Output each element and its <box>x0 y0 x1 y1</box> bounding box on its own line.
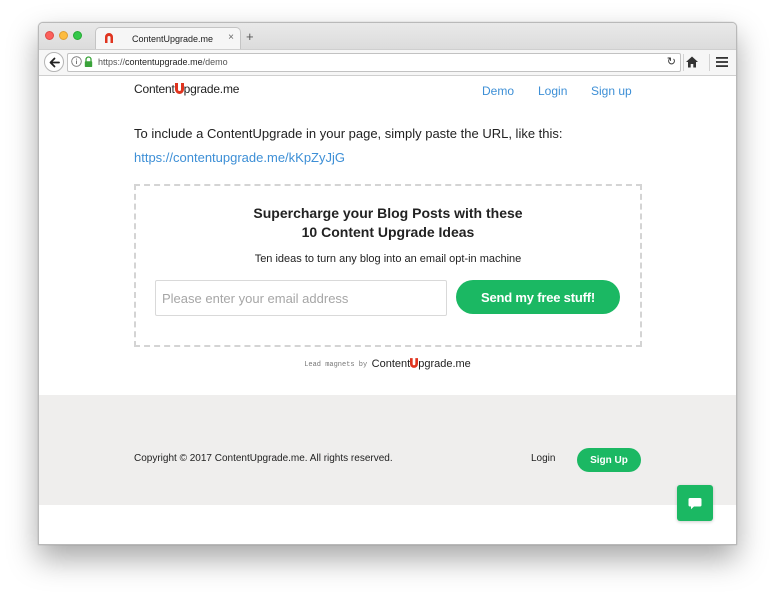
contentupgrade-favicon-icon <box>105 33 113 43</box>
tab-bar: ContentUpgrade.me × + <box>39 23 736 50</box>
optin-title-line2: 10 Content Upgrade Ideas <box>301 224 475 240</box>
zoom-window-button[interactable] <box>73 31 82 40</box>
site-logo[interactable]: Content pgrade.me <box>134 82 239 96</box>
optin-box: Supercharge your Blog Posts with these 1… <box>134 184 642 347</box>
browser-tab[interactable]: ContentUpgrade.me × <box>95 27 241 50</box>
optin-subtitle: Ten ideas to turn any blog into an email… <box>254 253 522 265</box>
lead-magnets-credit[interactable]: Lead magnets by Content pgrade.me <box>39 354 736 372</box>
lead-magnets-text: Lead magnets by <box>304 361 368 369</box>
new-tab-button[interactable]: + <box>246 30 254 43</box>
optin-title: Supercharge your Blog Posts with these 1… <box>136 204 640 242</box>
chat-bubble-icon <box>688 497 702 509</box>
nav-login-link[interactable]: Login <box>538 84 567 98</box>
web-page: Content pgrade.me Demo Login Sign up To i… <box>39 76 736 544</box>
lock-icon <box>84 56 93 67</box>
footer-signup-button[interactable]: Sign Up <box>577 448 641 472</box>
page-footer: Copyright © 2017 ContentUpgrade.me. All … <box>39 395 736 505</box>
nav-demo-link[interactable]: Demo <box>482 84 514 98</box>
nav-signup-link[interactable]: Sign up <box>591 84 632 98</box>
intro-text: To include a ContentUpgrade in your page… <box>134 126 563 141</box>
info-icon[interactable] <box>71 56 82 67</box>
send-free-stuff-button[interactable]: Send my free stuff! <box>456 280 620 314</box>
toolbar-separator <box>709 54 710 71</box>
tab-close-icon[interactable]: × <box>228 32 234 43</box>
footer-login-link[interactable]: Login <box>531 453 555 464</box>
url-text[interactable]: https://contentupgrade.me/demo <box>98 57 228 67</box>
optin-title-line1: Supercharge your Blog Posts with these <box>253 205 523 221</box>
logo-u-icon <box>174 83 184 94</box>
minimize-window-button[interactable] <box>59 31 68 40</box>
close-window-button[interactable] <box>45 31 54 40</box>
browser-window: ContentUpgrade.me × + https://contentupg… <box>38 22 737 545</box>
credit-logo: Content pgrade.me <box>371 358 471 370</box>
hamburger-menu-icon[interactable] <box>716 56 728 68</box>
url-bar[interactable]: https://contentupgrade.me/demo ↻ <box>67 53 681 72</box>
home-icon[interactable] <box>685 55 699 69</box>
toolbar-separator <box>683 54 684 71</box>
reload-icon[interactable]: ↻ <box>667 55 676 68</box>
tab-title: ContentUpgrade.me <box>132 34 214 44</box>
chat-button[interactable] <box>677 485 713 521</box>
email-input[interactable] <box>155 280 447 316</box>
back-arrow-icon <box>49 57 60 67</box>
logo-u-icon <box>410 358 419 368</box>
navigation-toolbar: https://contentupgrade.me/demo ↻ <box>39 49 736 76</box>
back-button[interactable] <box>44 52 64 72</box>
copyright-text: Copyright © 2017 ContentUpgrade.me. All … <box>134 453 393 464</box>
demo-url-link[interactable]: https://contentupgrade.me/kKpZyJjG <box>134 150 345 165</box>
